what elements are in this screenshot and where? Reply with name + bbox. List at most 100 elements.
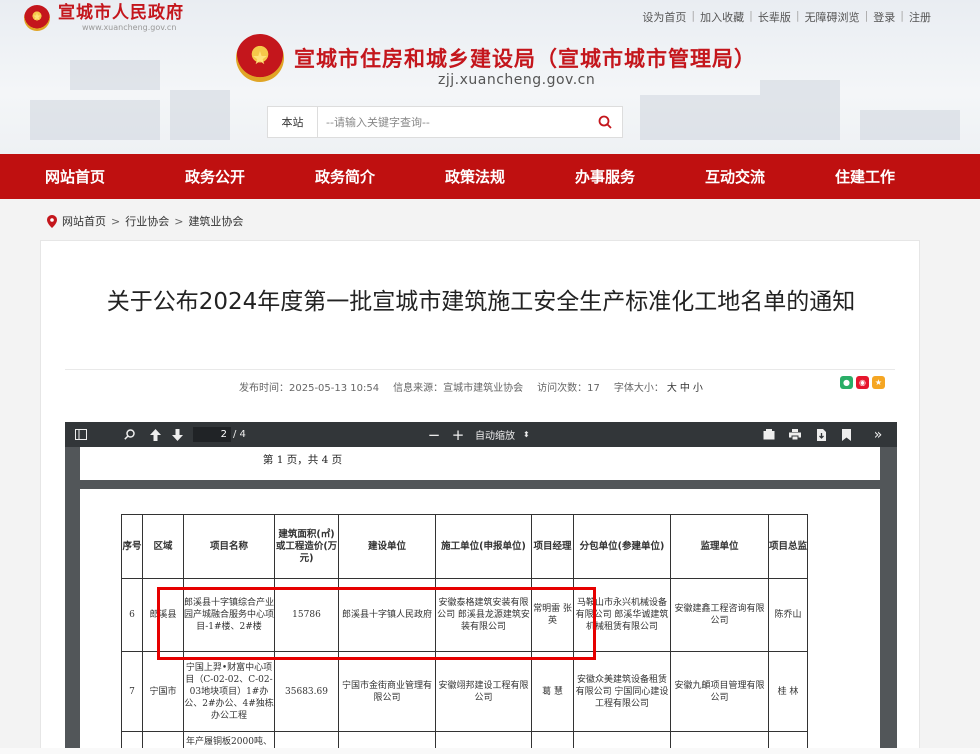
favorite-star-icon[interactable]: ★ <box>872 376 885 389</box>
article-meta: 发布时间：2025-05-13 10:54 信息来源：宣城市建筑业协会 访问次数… <box>239 379 717 394</box>
table-cell: 安徽九頔项目管理有限公司 <box>670 651 769 732</box>
toplink-favorite[interactable]: 加入收藏 <box>695 9 749 25</box>
print-button[interactable] <box>787 422 803 447</box>
table-cell: 郎溪县十字镇综合产业园产城融合服务中心项目-1#楼、2#楼 <box>183 578 275 652</box>
search-button[interactable] <box>588 107 622 137</box>
sidebar-toggle-button[interactable] <box>73 422 89 447</box>
table-header: 项目经理 <box>531 514 574 579</box>
presentation-icon <box>763 429 775 440</box>
zoom-value: 自动缩放 <box>475 431 515 442</box>
article-panel: 关于公布2024年度第一批宣城市建筑施工安全生产标准化工地名单的通知 发布时间：… <box>40 240 920 754</box>
table-cell: 葛 慧 <box>531 651 574 732</box>
table-cell: 宁国市 <box>142 651 184 732</box>
bookmark-icon <box>841 428 851 441</box>
site-title: 宣城市住房和城乡建设局（宣城市城市管理局） <box>294 47 756 71</box>
table-header: 区域 <box>142 514 184 579</box>
table-cell: 安徽翊邦建设工程有限公司 <box>435 651 532 732</box>
site-list-table: 序号 区域 项目名称 建筑面积(㎡)或工程造价(万元) 建设单位 施工单位(申报… <box>121 514 808 754</box>
table-row: 6 郎溪县 郎溪县十字镇综合产业园产城融合服务中心项目-1#楼、2#楼 1578… <box>121 578 808 652</box>
nav-interaction[interactable]: 互动交流 <box>670 154 800 199</box>
chevron-updown-icon: ⬍ <box>523 430 530 439</box>
table-cell: 安徽众美建筑设备租赁有限公司 宁国同心建设工程有限公司 <box>573 651 671 732</box>
search-icon <box>598 115 612 129</box>
table-cell: 35683.69 <box>274 651 339 732</box>
search-input[interactable] <box>318 107 588 137</box>
sidebar-icon <box>75 429 87 440</box>
toplink-set-home[interactable]: 设为首页 <box>637 9 691 25</box>
gov-domain: www.xuancheng.gov.cn <box>82 23 177 32</box>
table-cell: 7 <box>121 651 143 732</box>
table-cell: 常明雷 张英 <box>531 578 574 652</box>
table-cell: 15786 <box>274 578 339 652</box>
zoom-select[interactable]: 自动缩放 ⬍ <box>475 427 530 442</box>
table-header: 建筑面积(㎡)或工程造价(万元) <box>274 514 339 579</box>
gov-logo[interactable]: ★ 宣城市人民政府 www.xuancheng.gov.cn <box>24 3 184 32</box>
table-cell: 郎溪县十字镇人民政府 <box>338 578 436 652</box>
table-cell: 桂 林 <box>768 651 808 732</box>
arrow-up-icon <box>149 428 161 441</box>
font-size-large[interactable]: 大 <box>667 383 677 394</box>
breadcrumb-separator: > <box>174 214 184 228</box>
font-size-label: 字体大小： <box>613 383 664 394</box>
prev-page-button[interactable] <box>147 422 163 447</box>
double-chevron-right-icon: » <box>873 426 883 443</box>
toplink-login[interactable]: 登录 <box>868 9 900 25</box>
weibo-share-icon[interactable]: ◉ <box>856 376 869 389</box>
toplink-register[interactable]: 注册 <box>904 9 936 25</box>
table-cell: 陈乔山 <box>768 578 808 652</box>
more-tools-button[interactable]: » <box>869 422 887 447</box>
toplink-elder-mode[interactable]: 长辈版 <box>753 9 796 25</box>
find-button[interactable] <box>121 422 137 447</box>
zoom-in-button[interactable]: + <box>451 422 465 447</box>
table-header: 项目名称 <box>183 514 275 579</box>
wechat-share-icon[interactable]: ● <box>840 376 853 389</box>
table-cell: 安徽建鑫工程咨询有限公司 <box>670 578 769 652</box>
font-size-small[interactable]: 小 <box>693 383 703 394</box>
national-emblem-icon: ★ <box>236 34 284 82</box>
bookmark-button[interactable] <box>839 422 853 447</box>
top-links: 设为首页 | 加入收藏 | 长辈版 | 无障碍浏览 | 登录 | 注册 <box>637 9 936 25</box>
arrow-down-icon <box>171 428 183 441</box>
breadcrumb-industry-association[interactable]: 行业协会 <box>125 213 169 229</box>
table-cell: 安徽泰格建筑安装有限公司 郎溪县龙源建筑安装有限公司 <box>435 578 532 652</box>
next-page-button[interactable] <box>169 422 185 447</box>
print-icon <box>789 429 801 440</box>
breadcrumb: 网站首页 > 行业协会 > 建筑业协会 <box>47 213 243 229</box>
site-header: ★ 宣城市人民政府 www.xuancheng.gov.cn 设为首页 | 加入收… <box>0 0 980 154</box>
download-icon <box>816 428 826 441</box>
breadcrumb-construction-association[interactable]: 建筑业协会 <box>188 213 243 229</box>
search-icon <box>123 429 135 440</box>
bottom-edge <box>0 748 980 754</box>
title-divider <box>65 369 895 370</box>
presentation-button[interactable] <box>761 422 777 447</box>
location-pin-icon <box>47 214 57 228</box>
table-header: 监理单位 <box>670 514 769 579</box>
nav-policies[interactable]: 政策法规 <box>410 154 540 199</box>
pdf-toolbar: 2 / 4 − + 自动缩放 ⬍ » <box>65 422 897 447</box>
plus-icon: + <box>451 425 465 444</box>
page-number-input[interactable]: 2 <box>193 427 231 442</box>
info-source: 信息来源：宣城市建筑业协会 <box>393 383 524 394</box>
table-cell: 马鞍山市永兴机械设备有限公司 郎溪华诚建筑机械租赁有限公司 <box>573 578 671 652</box>
toplink-accessibility[interactable]: 无障碍浏览 <box>800 9 865 25</box>
breadcrumb-home[interactable]: 网站首页 <box>62 213 106 229</box>
nav-gov-affairs[interactable]: 政务公开 <box>150 154 280 199</box>
national-emblem-icon: ★ <box>24 4 50 31</box>
nav-gov-intro[interactable]: 政务简介 <box>280 154 410 199</box>
search-scope-select[interactable]: 本站 <box>268 107 318 137</box>
breadcrumb-separator: > <box>111 214 121 228</box>
table-cell: 郎溪县 <box>142 578 184 652</box>
table-cell: 6 <box>121 578 143 652</box>
font-size-medium[interactable]: 中 <box>680 383 690 394</box>
download-button[interactable] <box>813 422 829 447</box>
publish-time: 发布时间：2025-05-13 10:54 <box>239 383 380 394</box>
search-bar: 本站 <box>267 106 623 138</box>
nav-construction-work[interactable]: 住建工作 <box>800 154 930 199</box>
minus-icon: − <box>427 425 441 444</box>
nav-home[interactable]: 网站首页 <box>0 154 150 199</box>
pdf-page: 序号 区域 项目名称 建筑面积(㎡)或工程造价(万元) 建设单位 施工单位(申报… <box>80 489 880 754</box>
table-header: 分包单位(参建单位) <box>573 514 671 579</box>
table-header: 建设单位 <box>338 514 436 579</box>
nav-services[interactable]: 办事服务 <box>540 154 670 199</box>
zoom-out-button[interactable]: − <box>427 422 441 447</box>
